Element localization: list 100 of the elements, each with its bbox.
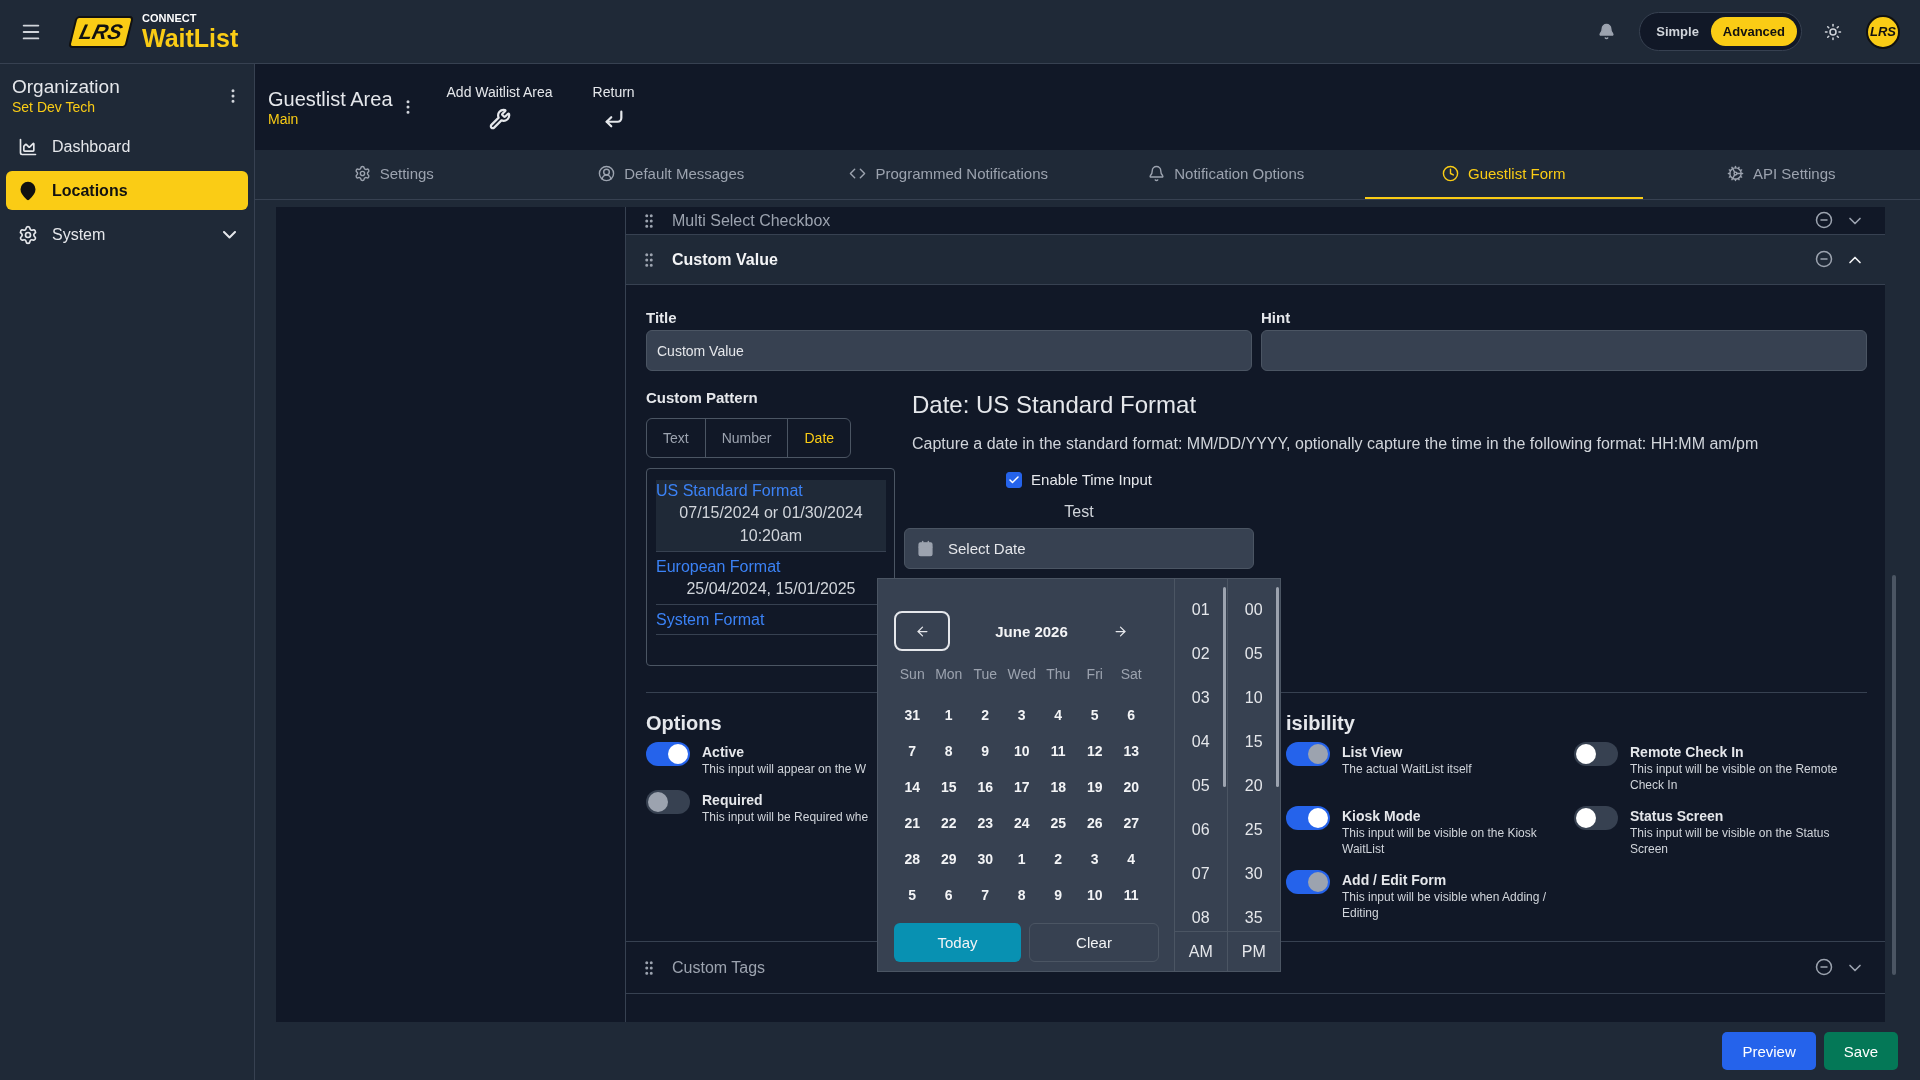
sidebar-item[interactable]: Locations	[6, 171, 248, 210]
hour-option[interactable]: 08	[1191, 896, 1210, 931]
pattern-type-option[interactable]: Number	[704, 419, 788, 457]
section-header[interactable]: Custom Value	[626, 235, 1885, 285]
day-cell[interactable]: 5	[1076, 697, 1113, 733]
hour-option[interactable]: 06	[1191, 808, 1210, 852]
format-item[interactable]: US Standard Format 07/15/2024 or 01/30/2024 10:20am	[656, 480, 886, 552]
footer-button[interactable]: Preview	[1722, 1032, 1816, 1070]
day-cell[interactable]: 30	[967, 841, 1004, 877]
day-cell[interactable]: 18	[1040, 769, 1077, 805]
day-cell[interactable]: 3	[1076, 841, 1113, 877]
tab[interactable]: Guestlist Form	[1365, 150, 1643, 199]
pattern-type-option[interactable]: Date	[787, 419, 851, 457]
day-cell[interactable]: 17	[1003, 769, 1040, 805]
tab[interactable]: Notification Options	[1087, 150, 1365, 199]
day-cell[interactable]: 11	[1040, 733, 1077, 769]
hour-option[interactable]: 03	[1191, 676, 1210, 720]
title-input[interactable]: Custom Value	[646, 330, 1252, 371]
day-cell[interactable]: 31	[894, 697, 931, 733]
toggle-switch[interactable]	[646, 742, 690, 766]
day-cell[interactable]: 23	[967, 805, 1004, 841]
bell-icon[interactable]	[1598, 23, 1616, 40]
minute-option[interactable]: 00	[1244, 588, 1263, 632]
sidebar-item[interactable]: Dashboard	[6, 127, 248, 166]
day-cell[interactable]: 12	[1076, 733, 1113, 769]
toggle-switch[interactable]	[1286, 806, 1330, 830]
day-cell[interactable]: 5	[894, 877, 931, 913]
minute-option[interactable]: 25	[1244, 808, 1263, 852]
mode-option[interactable]: Simple	[1644, 17, 1711, 46]
day-cell[interactable]: 26	[1076, 805, 1113, 841]
day-cell[interactable]: 27	[1113, 805, 1150, 841]
hour-option[interactable]: 07	[1191, 852, 1210, 896]
day-cell[interactable]: 7	[967, 877, 1004, 913]
sun-icon[interactable]	[1824, 22, 1842, 41]
day-cell[interactable]: 29	[930, 841, 967, 877]
avatar[interactable]: LRS	[1866, 14, 1900, 49]
day-cell[interactable]: 7	[894, 733, 931, 769]
hint-input[interactable]	[1261, 330, 1867, 371]
toggle-switch[interactable]	[1574, 806, 1618, 830]
day-cell[interactable]: 28	[894, 841, 931, 877]
day-cell[interactable]: 10	[1076, 877, 1113, 913]
minute-option[interactable]: 15	[1244, 720, 1263, 764]
next-month-icon[interactable]	[1113, 623, 1128, 639]
checkbox[interactable]	[1006, 471, 1023, 488]
tab[interactable]: Programmed Notifications	[810, 150, 1088, 199]
hour-option[interactable]: 04	[1191, 720, 1210, 764]
day-cell[interactable]: 14	[894, 769, 931, 805]
header-action[interactable]: Return	[582, 84, 645, 130]
minute-option[interactable]: 30	[1244, 852, 1263, 896]
day-cell[interactable]: 4	[1113, 841, 1150, 877]
day-cell[interactable]: 1	[1003, 841, 1040, 877]
clear-button[interactable]: Clear	[1029, 923, 1159, 962]
day-cell[interactable]: 24	[1003, 805, 1040, 841]
day-cell[interactable]: 9	[967, 733, 1004, 769]
hour-option[interactable]: 01	[1191, 588, 1210, 632]
scrollbar-thumb[interactable]	[1892, 575, 1896, 975]
day-cell[interactable]: 3	[1003, 697, 1040, 733]
day-cell[interactable]: 16	[967, 769, 1004, 805]
tab[interactable]: Settings	[255, 150, 533, 199]
day-cell[interactable]: 6	[1113, 697, 1150, 733]
toggle-switch[interactable]	[1574, 742, 1618, 766]
day-cell[interactable]: 8	[930, 733, 967, 769]
hour-option[interactable]: 02	[1191, 632, 1210, 676]
day-cell[interactable]: 6	[930, 877, 967, 913]
day-cell[interactable]: 19	[1076, 769, 1113, 805]
date-field[interactable]: Select Date	[904, 528, 1254, 569]
footer-button[interactable]: Save	[1823, 1032, 1898, 1070]
day-cell[interactable]: 13	[1113, 733, 1150, 769]
remove-icon[interactable]	[1815, 210, 1833, 229]
sidebar-item[interactable]: System	[6, 215, 248, 254]
mode-option[interactable]: Advanced	[1710, 17, 1797, 46]
day-cell[interactable]: 4	[1040, 697, 1077, 733]
meridiem-option[interactable]: AM	[1175, 932, 1228, 971]
minute-option[interactable]: 35	[1244, 896, 1263, 931]
scrollbar-thumb[interactable]	[1276, 587, 1279, 787]
pattern-type-option[interactable]: Text	[647, 419, 705, 457]
day-cell[interactable]: 2	[1040, 841, 1077, 877]
tab[interactable]: Default Messages	[532, 150, 810, 199]
remove-icon[interactable]	[1815, 249, 1833, 268]
day-cell[interactable]: 11	[1113, 877, 1150, 913]
day-cell[interactable]: 15	[930, 769, 967, 805]
day-cell[interactable]: 9	[1040, 877, 1077, 913]
day-cell[interactable]: 25	[1040, 805, 1077, 841]
day-cell[interactable]: 10	[1003, 733, 1040, 769]
meridiem-option[interactable]: PM	[1227, 932, 1280, 971]
day-cell[interactable]: 1	[930, 697, 967, 733]
minute-option[interactable]: 05	[1244, 632, 1263, 676]
day-cell[interactable]: 22	[930, 805, 967, 841]
day-cell[interactable]: 20	[1113, 769, 1150, 805]
day-cell[interactable]: 8	[1003, 877, 1040, 913]
remove-icon[interactable]	[1815, 957, 1833, 976]
minute-option[interactable]: 20	[1244, 764, 1263, 808]
tab[interactable]: API Settings	[1642, 150, 1920, 199]
scrollbar-thumb[interactable]	[1222, 587, 1226, 787]
hour-option[interactable]: 05	[1191, 764, 1210, 808]
minute-option[interactable]: 10	[1244, 676, 1263, 720]
day-cell[interactable]: 2	[967, 697, 1004, 733]
header-action[interactable]: Add Waitlist Area	[436, 84, 563, 130]
previous-month-button[interactable]	[894, 611, 950, 651]
day-cell[interactable]: 21	[894, 805, 931, 841]
